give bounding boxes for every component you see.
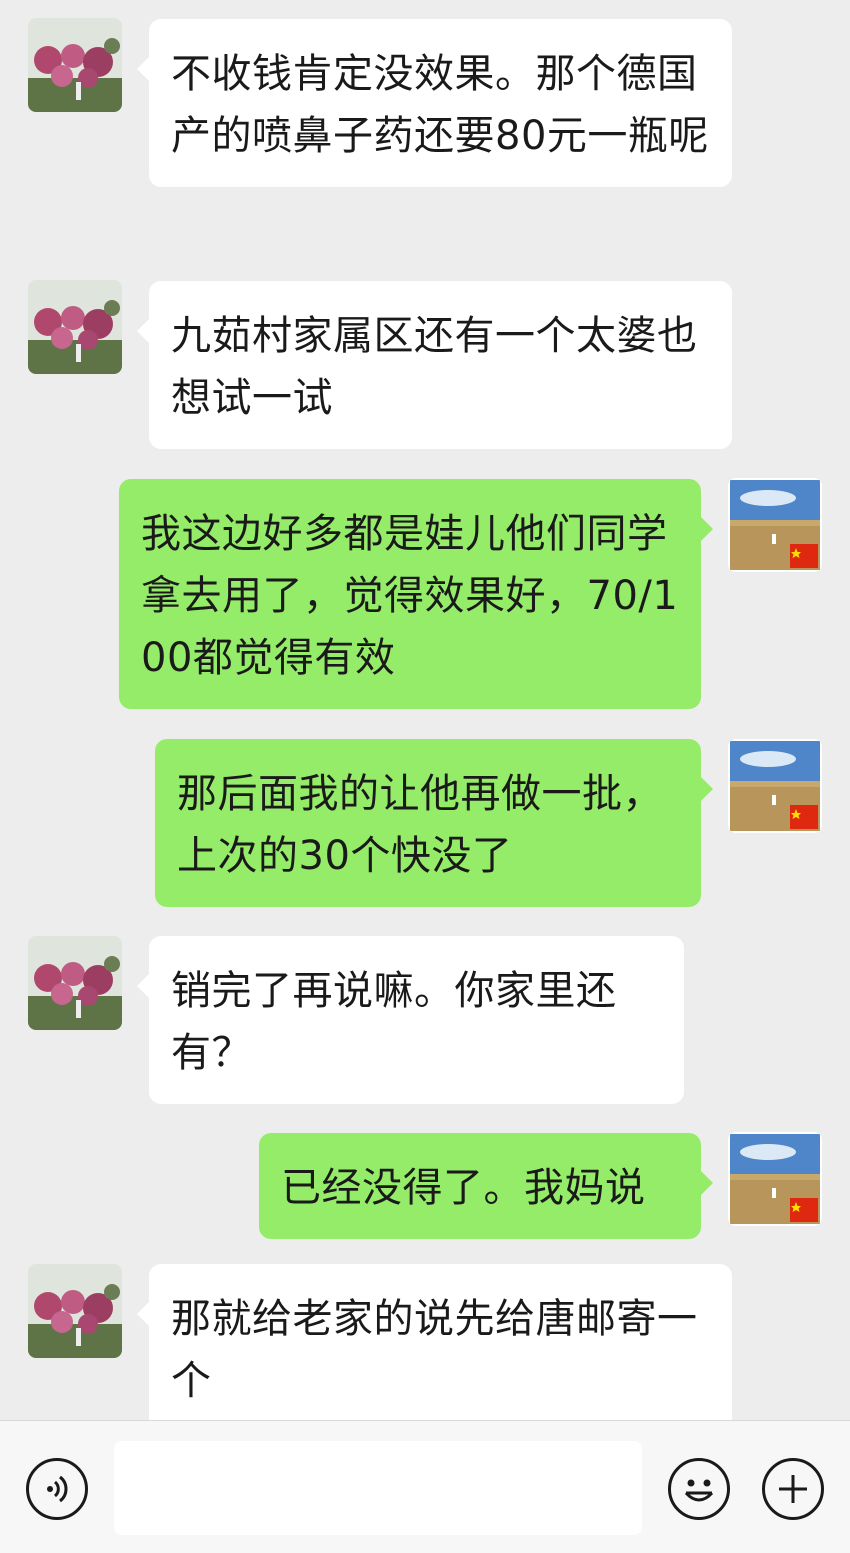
my-avatar[interactable]: [728, 478, 822, 572]
message-text: 已经没得了。我妈说: [281, 1165, 646, 1211]
emoji-icon[interactable]: [668, 1458, 730, 1520]
message-bubble-outgoing[interactable]: 已经没得了。我妈说: [259, 1133, 713, 1239]
message-bubble-incoming[interactable]: 销完了再说嘛。你家里还有？: [137, 936, 684, 1104]
chat-message-list[interactable]: 不收钱肯定没效果。那个德国产的喷鼻子药还要80元一瓶呢 九茹村家属区还有一个太婆…: [0, 0, 850, 1420]
voice-icon[interactable]: [26, 1458, 88, 1520]
message-bubble-incoming[interactable]: 九茹村家属区还有一个太婆也想试一试: [137, 281, 732, 449]
message-text: 那后面我的让他再做一批，上次的30个快没了: [177, 771, 663, 879]
contact-avatar[interactable]: [28, 936, 122, 1030]
contact-avatar[interactable]: [28, 18, 122, 112]
input-bar: [0, 1420, 850, 1553]
message-bubble-outgoing[interactable]: 我这边好多都是娃儿他们同学拿去用了，觉得效果好，70/100都觉得有效: [119, 479, 713, 709]
my-avatar[interactable]: [728, 739, 822, 833]
my-avatar[interactable]: [728, 1132, 822, 1226]
message-bubble-outgoing[interactable]: 那后面我的让他再做一批，上次的30个快没了: [155, 739, 713, 907]
message-text: 不收钱肯定没效果。那个德国产的喷鼻子药还要80元一瓶呢: [171, 51, 709, 159]
contact-avatar[interactable]: [28, 1264, 122, 1358]
message-text: 销完了再说嘛。你家里还有？: [171, 968, 617, 1076]
message-text: 九茹村家属区还有一个太婆也想试一试: [171, 313, 698, 421]
message-input[interactable]: [114, 1441, 642, 1535]
message-bubble-incoming[interactable]: 那就给老家的说先给唐邮寄一个: [137, 1264, 732, 1420]
message-text: 我这边好多都是娃儿他们同学拿去用了，觉得效果好，70/100都觉得有效: [141, 511, 679, 681]
message-text: 那就给老家的说先给唐邮寄一个: [171, 1296, 698, 1404]
message-bubble-incoming[interactable]: 不收钱肯定没效果。那个德国产的喷鼻子药还要80元一瓶呢: [137, 19, 732, 187]
plus-icon[interactable]: [762, 1458, 824, 1520]
contact-avatar[interactable]: [28, 280, 122, 374]
